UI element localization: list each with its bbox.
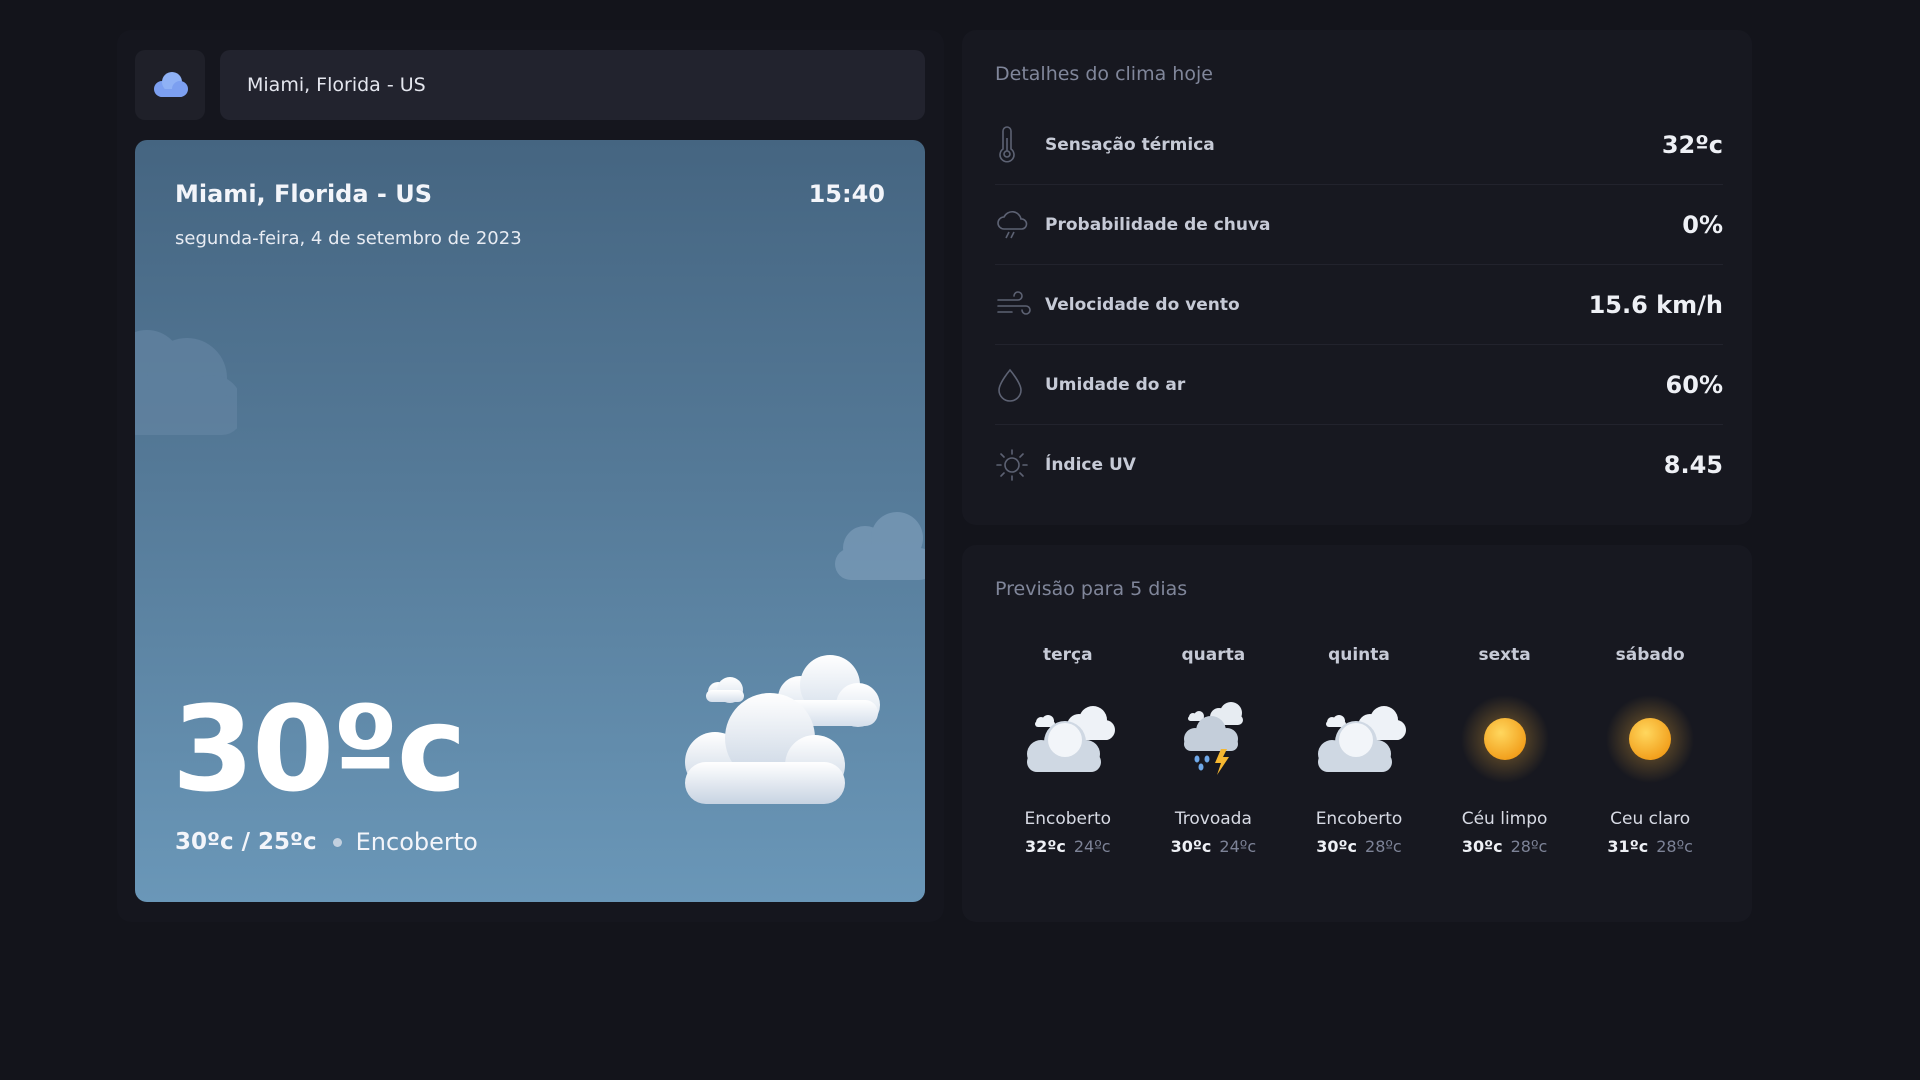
detail-row-uv-index: Índice UV 8.45 bbox=[995, 425, 1723, 505]
day-name: quinta bbox=[1328, 645, 1390, 665]
day-name: sábado bbox=[1615, 645, 1685, 665]
forecast-day: sexta Céu limpo 30ºc 28ºc bbox=[1432, 645, 1578, 856]
droplet-icon bbox=[995, 365, 1033, 405]
forecast-day: quarta Trovoada 30ºc 24ºc bbox=[1141, 645, 1287, 856]
thunderstorm-icon bbox=[1173, 689, 1253, 789]
sun-icon bbox=[1460, 689, 1550, 789]
day-name: quarta bbox=[1181, 645, 1246, 665]
day-max-temp: 30ºc bbox=[1461, 837, 1503, 856]
cloudy-icon bbox=[685, 655, 880, 804]
day-condition: Encoberto bbox=[1024, 809, 1112, 829]
day-min-temp: 28ºc bbox=[1656, 837, 1693, 856]
day-temps: 30ºc 28ºc bbox=[1316, 837, 1401, 856]
clouds-logo-icon[interactable] bbox=[135, 50, 205, 120]
day-min-temp: 28ºc bbox=[1365, 837, 1402, 856]
forecast-days: terça Encoberto 32ºc 24ºc quarta Trovoad… bbox=[995, 645, 1723, 856]
separator-dot bbox=[332, 837, 342, 847]
wind-icon bbox=[995, 285, 1033, 325]
day-max-temp: 31ºc bbox=[1607, 837, 1649, 856]
forecast-day: sábado Ceu claro 31ºc 28ºc bbox=[1577, 645, 1723, 856]
cloudy-icon bbox=[1312, 689, 1406, 789]
day-max-temp: 32ºc bbox=[1025, 837, 1066, 856]
detail-row-humidity: Umidade do ar 60% bbox=[995, 345, 1723, 425]
day-max-temp: 30ºc bbox=[1316, 837, 1358, 856]
day-min-temp: 24ºc bbox=[1073, 837, 1111, 856]
day-condition: Ceu claro bbox=[1610, 809, 1691, 829]
day-condition: Céu limpo bbox=[1461, 809, 1548, 829]
today-time: 15:40 bbox=[808, 180, 885, 208]
day-condition: Trovoada bbox=[1174, 809, 1252, 829]
day-temps: 32ºc 24ºc bbox=[1025, 837, 1110, 856]
day-max-temp: 30ºc bbox=[1170, 837, 1212, 856]
detail-label: Umidade do ar bbox=[1045, 374, 1186, 395]
detail-label: Probabilidade de chuva bbox=[1045, 214, 1271, 235]
forecast-title: Previsão para 5 dias bbox=[995, 578, 1188, 600]
today-summary: 30ºc / 25ºc Encoberto bbox=[175, 828, 478, 856]
day-condition: Encoberto bbox=[1315, 809, 1403, 829]
day-min-temp: 24ºc bbox=[1219, 837, 1257, 856]
today-temperature: 30ºc bbox=[172, 680, 467, 818]
forecast-day: quinta Encoberto 30ºc 28ºc bbox=[1286, 645, 1432, 856]
day-temps: 31ºc 28ºc bbox=[1607, 837, 1692, 856]
forecast-panel: Previsão para 5 dias terça Encoberto 32º… bbox=[962, 545, 1752, 922]
day-temps: 30ºc 28ºc bbox=[1462, 837, 1547, 856]
today-weather-card: Miami, Florida - US 15:40 segunda-feira,… bbox=[135, 140, 925, 902]
today-temp-range: 30ºc / 25ºc bbox=[175, 829, 317, 855]
weather-app: Miami, Florida - US 15:40 segunda-feira,… bbox=[0, 0, 1920, 1080]
today-condition: Encoberto bbox=[355, 828, 478, 856]
day-min-temp: 28ºc bbox=[1510, 837, 1548, 856]
detail-label: Velocidade do vento bbox=[1045, 294, 1240, 315]
today-details-panel: Detalhes do clima hoje Sensação térmica … bbox=[962, 30, 1752, 525]
background-cloud-icon bbox=[135, 330, 237, 435]
search-field[interactable] bbox=[220, 50, 925, 120]
today-city: Miami, Florida - US bbox=[175, 180, 433, 208]
search-input[interactable] bbox=[247, 74, 887, 96]
cloud-rain-icon bbox=[995, 205, 1033, 245]
detail-label: Sensação térmica bbox=[1045, 134, 1215, 155]
sun-icon bbox=[995, 445, 1033, 485]
background-cloud-icon bbox=[835, 512, 925, 580]
details-title: Detalhes do clima hoje bbox=[995, 63, 1213, 85]
day-name: terça bbox=[1043, 645, 1093, 665]
detail-value: 60% bbox=[1665, 370, 1723, 399]
detail-value: 15.6 km/h bbox=[1588, 290, 1723, 319]
day-name: sexta bbox=[1478, 645, 1531, 665]
detail-value: 8.45 bbox=[1663, 451, 1723, 479]
detail-value: 0% bbox=[1682, 210, 1723, 239]
detail-row-wind-speed: Velocidade do vento 15.6 km/h bbox=[995, 265, 1723, 345]
detail-row-rain-chance: Probabilidade de chuva 0% bbox=[995, 185, 1723, 265]
detail-value: 32ºc bbox=[1661, 130, 1723, 159]
detail-label: Índice UV bbox=[1045, 455, 1136, 475]
thermometer-icon bbox=[995, 125, 1033, 165]
cloudy-icon bbox=[1021, 689, 1115, 789]
forecast-day: terça Encoberto 32ºc 24ºc bbox=[995, 645, 1141, 856]
day-temps: 30ºc 24ºc bbox=[1171, 837, 1256, 856]
detail-row-feels-like: Sensação térmica 32ºc bbox=[995, 105, 1723, 185]
sun-icon bbox=[1605, 689, 1695, 789]
today-date: segunda-feira, 4 de setembro de 2023 bbox=[175, 228, 522, 249]
